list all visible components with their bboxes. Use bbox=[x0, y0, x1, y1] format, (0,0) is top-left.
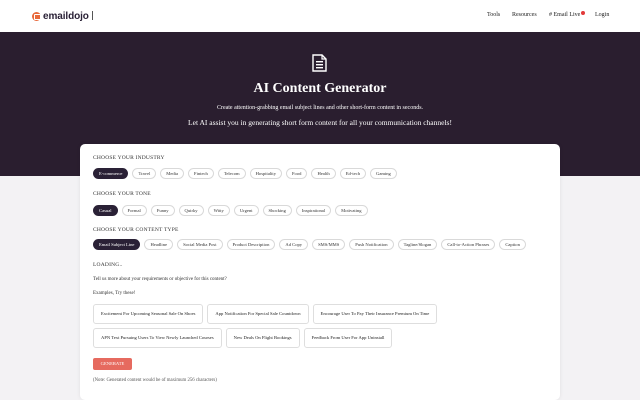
industry-chips: E-commerce Travel Media Fintech Telecom … bbox=[93, 168, 397, 179]
industry-chip-edtech[interactable]: Ed-tech bbox=[339, 168, 366, 179]
generator-form-card: CHOOSE YOUR INDUSTRY E-commerce Travel M… bbox=[80, 144, 560, 400]
content-type-label: CHOOSE YOUR CONTENT TYPE bbox=[93, 227, 179, 233]
example-card[interactable]: App Notification For Special Sale Countd… bbox=[207, 304, 309, 324]
industry-chip-gaming[interactable]: Gaming bbox=[370, 168, 397, 179]
nav-link-login[interactable]: Login bbox=[595, 11, 609, 19]
industry-chip-telecom[interactable]: Telecom bbox=[217, 168, 246, 179]
requirements-prompt: Tell us more about your requirements or … bbox=[93, 277, 227, 282]
tone-chip-formal[interactable]: Formal bbox=[121, 205, 147, 216]
live-indicator-icon bbox=[580, 11, 585, 15]
document-lines-icon bbox=[312, 54, 327, 72]
nav-divider bbox=[92, 11, 93, 20]
examples-label: Examples, Try these! bbox=[93, 291, 136, 296]
industry-chip-media[interactable]: Media bbox=[160, 168, 185, 179]
generate-button[interactable]: GENERATE bbox=[93, 358, 132, 370]
content-type-chip-call-to-action[interactable]: Call-to-Action Phrases bbox=[441, 239, 496, 250]
example-row: Excitement For Upcoming Seasonal Sale On… bbox=[93, 304, 473, 324]
example-card[interactable]: APN Text Pursuing Users To View Newly La… bbox=[93, 328, 222, 348]
industry-chip-travel[interactable]: Travel bbox=[132, 168, 157, 179]
page-title: AI Content Generator bbox=[253, 81, 387, 96]
tone-chip-urgent[interactable]: Urgent bbox=[233, 205, 259, 216]
tone-chip-motivating[interactable]: Motivating bbox=[335, 205, 368, 216]
industry-chip-health[interactable]: Health bbox=[311, 168, 336, 179]
tone-chips: Casual Formal Funny Quirky Witty Urgent … bbox=[93, 205, 368, 216]
content-type-chip-email-subject-line[interactable]: Email Subject Line bbox=[93, 239, 141, 250]
example-suggestions: Excitement For Upcoming Seasonal Sale On… bbox=[93, 304, 473, 352]
industry-chip-hospitality[interactable]: Hospitality bbox=[249, 168, 282, 179]
nav-link-resources[interactable]: Resources bbox=[512, 11, 537, 19]
example-card[interactable]: Excitement For Upcoming Seasonal Sale On… bbox=[93, 304, 204, 324]
content-type-chip-social-media-post[interactable]: Social Media Post bbox=[177, 239, 223, 250]
tone-chip-witty[interactable]: Witty bbox=[207, 205, 230, 216]
loading-status: LOADING.. bbox=[93, 262, 123, 268]
logo[interactable]: emaildojo bbox=[32, 10, 89, 22]
industry-chip-ecommerce[interactable]: E-commerce bbox=[93, 168, 129, 179]
industry-chip-fintech[interactable]: Fintech bbox=[188, 168, 214, 179]
logo-text: emaildojo bbox=[43, 10, 89, 22]
tone-chip-shocking[interactable]: Shocking bbox=[262, 205, 292, 216]
content-type-chip-caption[interactable]: Caption bbox=[499, 239, 526, 250]
top-navigation: emaildojo Tools Resources # Email Live L… bbox=[0, 0, 640, 32]
hero-tagline: Let AI assist you in generating short fo… bbox=[188, 118, 452, 127]
content-type-chips: Email Subject Line Headline Social Media… bbox=[93, 239, 526, 250]
example-card[interactable]: Feedback From User For App Uninstall bbox=[303, 328, 393, 348]
example-card[interactable]: New Deals On Flight Bookings bbox=[225, 328, 300, 348]
tone-chip-funny[interactable]: Funny bbox=[150, 205, 175, 216]
character-limit-note: (Note: Generated content would be of max… bbox=[93, 378, 217, 383]
tone-chip-quirky[interactable]: Quirky bbox=[178, 205, 204, 216]
nav-link-email-live[interactable]: # Email Live bbox=[549, 11, 585, 19]
content-type-chip-sms-mms[interactable]: SMS/MMS bbox=[312, 239, 346, 250]
content-type-chip-tagline-slogan[interactable]: Tagline/Slogan bbox=[397, 239, 438, 250]
nav-link-email-live-label: # Email Live bbox=[549, 12, 581, 18]
content-type-chip-push-notification[interactable]: Push Notification bbox=[349, 239, 394, 250]
tone-chip-inspirational[interactable]: Inspirational bbox=[295, 205, 332, 216]
industry-label: CHOOSE YOUR INDUSTRY bbox=[93, 155, 165, 161]
logo-mark-icon bbox=[32, 11, 41, 21]
industry-chip-food[interactable]: Food bbox=[286, 168, 308, 179]
tone-label: CHOOSE YOUR TONE bbox=[93, 191, 151, 197]
example-row: APN Text Pursuing Users To View Newly La… bbox=[93, 328, 473, 348]
content-type-chip-headline[interactable]: Headline bbox=[144, 239, 174, 250]
content-type-chip-ad-copy[interactable]: Ad Copy bbox=[279, 239, 309, 250]
hero-subtitle: Create attention-grabbing email subject … bbox=[216, 105, 424, 111]
nav-link-tools[interactable]: Tools bbox=[487, 11, 500, 19]
example-card[interactable]: Encourage User To Pay Their Insurance Pr… bbox=[312, 304, 438, 324]
tone-chip-casual[interactable]: Casual bbox=[93, 205, 118, 216]
content-type-chip-product-description[interactable]: Product Description bbox=[226, 239, 276, 250]
